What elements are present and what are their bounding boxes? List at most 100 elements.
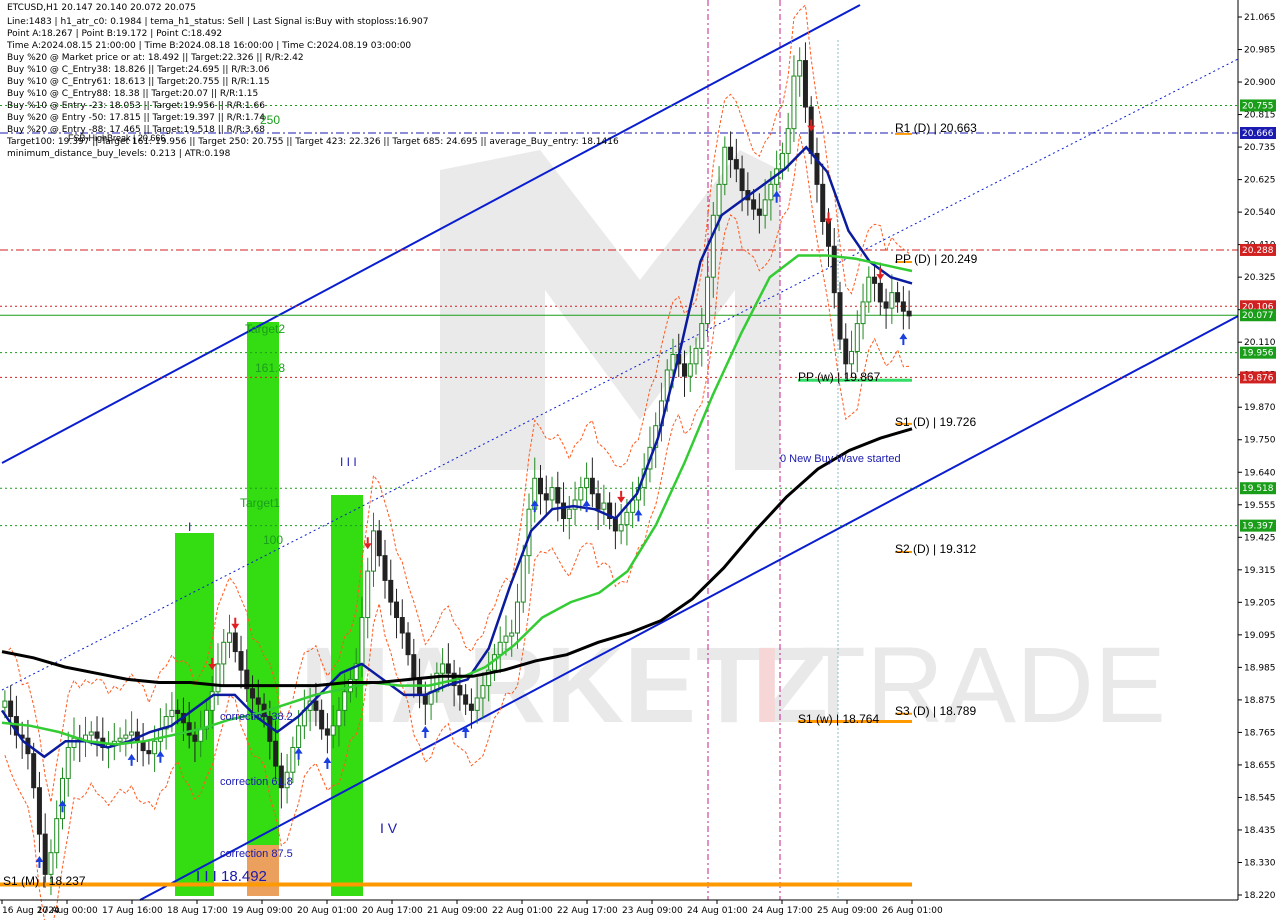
candle-body [710,214,716,278]
candle-body [866,276,872,303]
arrow-down-icon [824,218,833,225]
x-tick-label: 20 Aug 01:00 [297,906,358,916]
watermark: MARKETZ I TRADE [300,150,1166,745]
candle-body [129,731,135,736]
candle-body [612,518,618,532]
candle-body [65,746,71,779]
annotation-161: 161.8 [255,361,285,375]
candle-body [682,363,687,377]
candle-body [238,651,244,671]
correction-382: correction 38.2 [220,711,293,723]
info-line: Time A:2024.08.15 21:00:00 | Time B:2024… [7,41,412,51]
candle-body [687,363,693,377]
candle-body [152,740,158,755]
x-tick-label: 17 Aug 00:00 [37,906,98,916]
candle-body [31,753,37,789]
watermark-text-right: TRADE [800,624,1166,745]
x-tick-label: 25 Aug 09:00 [817,906,878,916]
candle-body [497,641,503,656]
price-tag-label: 19.518 [1242,484,1274,494]
y-tick-label: 18.545 [1244,793,1276,803]
candle-body [405,632,411,656]
target-zone-bar [247,322,279,896]
candle-body [549,487,555,501]
chart-root[interactable]: MARKETZ I TRADE Target2 161.8 Target1 10… [0,0,1280,920]
candle-body [722,146,728,185]
candle-body [595,493,601,510]
candle-body [584,477,590,489]
y-tick-label: 19.425 [1244,533,1276,543]
candle-body [555,487,561,504]
y-tick-label: 20.815 [1244,111,1276,121]
candle-body [54,818,60,854]
candle-body [169,709,175,718]
candle-body [480,685,486,699]
arrow-up-icon [58,800,67,807]
candle-body [123,734,129,739]
candle-body [843,338,849,365]
candle-body [198,728,204,742]
info-line: Point A:18.267 | Point B:19.172 | Point … [7,29,223,39]
candle-body [543,493,549,501]
candle-body [733,159,739,170]
y-tick-label: 18.655 [1244,761,1276,771]
y-tick-label: 20.625 [1244,176,1276,186]
candle-body [514,601,520,634]
pivot-s2-d: S2 (D) | 19.312 [895,542,976,556]
annotation-100: 100 [263,533,283,547]
info-line: Buy %10 @ C_Entry88: 18.38 || Target:20.… [7,89,259,99]
candle-body [394,601,400,619]
candle-body [624,511,630,526]
y-tick-label: 19.640 [1244,468,1276,478]
candle-body [705,276,711,325]
correction-618: correction 61.8 [220,776,293,788]
candle-body [411,654,417,680]
info-line: Target100: 19.397 || Target 161: 19.956 … [7,137,619,147]
candle-body [566,508,572,520]
candle-body [359,617,365,665]
candle-body [48,852,54,875]
y-tick-label: 20.985 [1244,46,1276,56]
info-line: Buy %10 @ C_Entry61: 18.613 || Target:20… [7,77,270,87]
candle-body [791,75,797,130]
arrow-up-icon [899,333,908,340]
candle-body [883,301,889,309]
correction-875: correction 87.5 [220,848,293,860]
candle-body [474,697,480,711]
candle-body [157,728,163,742]
candle-body [503,635,509,643]
price-tag-label: 19.876 [1242,373,1274,383]
y-tick-label: 19.870 [1244,403,1276,413]
pivot-pp-w: PP (w) | 19.867 [798,370,881,384]
candle-body [186,722,192,736]
annotation-target1: Target1 [240,496,280,510]
y-tick-label: 21.065 [1244,13,1276,23]
candle-body [221,641,227,665]
x-tick-label: 22 Aug 17:00 [557,906,618,916]
candle-body [900,301,906,312]
candle-body [296,725,302,748]
wave-label-4: I V [380,820,398,836]
candle-body [716,183,722,216]
candle-body [94,731,100,739]
price-tag-label: 19.397 [1242,522,1274,532]
candle-body [572,499,578,510]
arrow-down-icon [807,125,816,132]
x-tick-label: 26 Aug 01:00 [882,906,943,916]
pivot-pp-d: PP (D) | 20.249 [895,252,978,266]
candle-body [739,168,745,192]
candle-body [88,731,94,736]
candle-body [670,354,676,371]
candle-body [215,663,221,693]
candle-body [872,276,878,284]
candle-body [36,787,42,835]
arrow-up-icon [530,500,539,507]
candle-body [42,833,48,875]
y-tick-label: 18.875 [1244,696,1276,706]
candle-body [463,694,469,705]
x-tick-label: 20 Aug 17:00 [362,906,423,916]
candle-body [2,700,8,708]
info-line: Line:1483 | h1_atr_c0: 0.1984 | tema_h1_… [7,17,429,27]
info-line: Buy %20 @ Market price or at: 18.492 || … [7,53,304,63]
arrow-down-icon [876,274,885,281]
